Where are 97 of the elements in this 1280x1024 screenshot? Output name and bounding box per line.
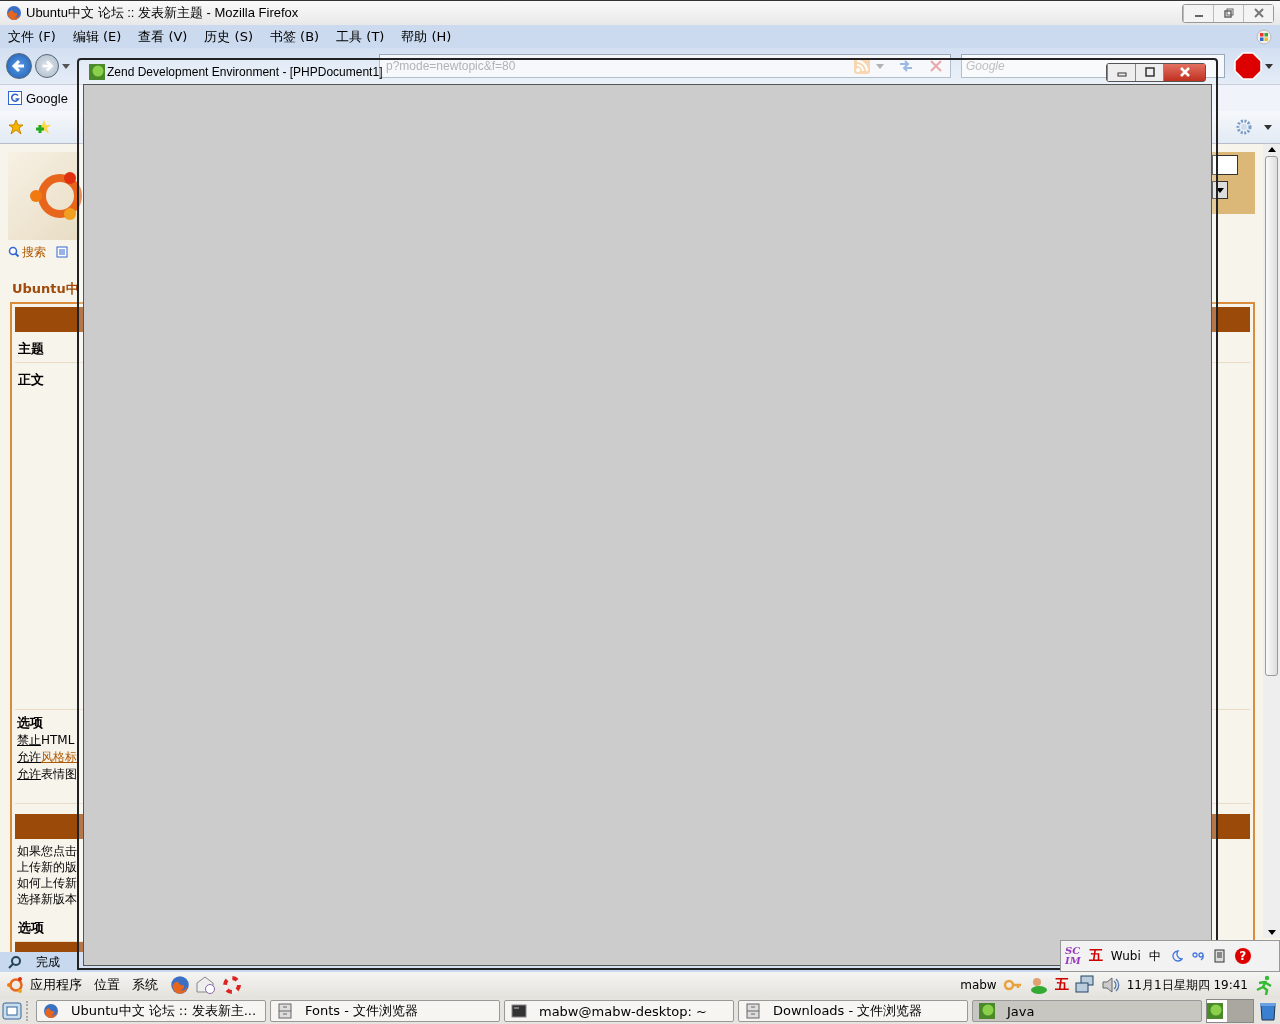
running-man-icon[interactable] bbox=[1254, 975, 1274, 995]
close-icon bbox=[1178, 66, 1191, 78]
user-status-icon[interactable] bbox=[1028, 975, 1049, 995]
toggle-link[interactable]: 允许 bbox=[17, 750, 41, 764]
input-mode-glyph[interactable]: 五 bbox=[1054, 976, 1069, 994]
menu-item[interactable]: 查看 (V) bbox=[138, 27, 188, 46]
stop-sign-icon[interactable] bbox=[1234, 52, 1262, 80]
dropdown[interactable] bbox=[1212, 181, 1228, 199]
minimize-button[interactable] bbox=[1107, 63, 1135, 81]
bookmark-item[interactable]: Google bbox=[8, 90, 68, 106]
maximize-button[interactable] bbox=[1135, 63, 1163, 81]
minimize-button[interactable] bbox=[1183, 4, 1213, 22]
firefox-icon bbox=[43, 1003, 59, 1019]
network-computers-icon[interactable] bbox=[1074, 975, 1095, 995]
workspace-switcher[interactable] bbox=[1206, 999, 1254, 1023]
scroll-up-icon[interactable] bbox=[1267, 147, 1276, 152]
menu-item[interactable]: 历史 (S) bbox=[204, 27, 253, 46]
show-desktop-icon[interactable] bbox=[2, 1001, 22, 1021]
toggle-link[interactable]: 禁止 bbox=[17, 733, 41, 747]
restore-icon bbox=[1222, 7, 1235, 19]
firefox-icon[interactable] bbox=[170, 975, 190, 995]
status-text: 完成 bbox=[36, 953, 60, 971]
help-text: 如何上传新 bbox=[17, 875, 78, 891]
trash-icon[interactable] bbox=[1258, 1001, 1278, 1021]
clock[interactable]: 11月1日星期四 19:41 bbox=[1126, 976, 1248, 994]
panel-menu[interactable]: 系统 bbox=[132, 976, 158, 994]
scrollbar-thumb[interactable] bbox=[1265, 156, 1278, 676]
menu-item[interactable]: 文件 (F) bbox=[8, 27, 56, 46]
file-cabinet-icon bbox=[277, 1003, 293, 1019]
field-label: 正文 bbox=[18, 372, 44, 387]
panel-menu[interactable]: 位置 bbox=[94, 976, 120, 994]
windows-logo-icon bbox=[1256, 28, 1272, 45]
option-text: 表情图 bbox=[41, 767, 77, 781]
panel-menu[interactable]: 应用程序 bbox=[30, 976, 82, 994]
field-label: 选项 bbox=[18, 920, 44, 935]
field-label: 选项 bbox=[17, 715, 43, 730]
close-button[interactable] bbox=[1163, 63, 1205, 81]
restore-button[interactable] bbox=[1213, 4, 1243, 22]
lifebuoy-icon[interactable] bbox=[222, 975, 242, 995]
reload-icon[interactable] bbox=[898, 58, 914, 74]
input-method-name[interactable]: Wubi bbox=[1110, 949, 1141, 963]
help-text: 如果您点击 bbox=[17, 843, 78, 859]
menu-item[interactable]: 书签 (B) bbox=[269, 27, 320, 46]
dropdown-caret-icon[interactable] bbox=[62, 63, 70, 69]
sphere-app-icon bbox=[1207, 1003, 1223, 1019]
search-link[interactable]: 搜索 bbox=[8, 243, 46, 261]
star-icon[interactable] bbox=[8, 119, 24, 135]
search-icon bbox=[8, 246, 20, 258]
forward-button[interactable] bbox=[35, 54, 59, 78]
taskbar-button[interactable]: Java bbox=[972, 1000, 1202, 1022]
option-text: HTML bbox=[41, 733, 75, 747]
menu-item[interactable]: 编辑 (E) bbox=[72, 27, 122, 46]
add-star-icon[interactable] bbox=[36, 119, 52, 135]
back-button[interactable] bbox=[6, 53, 32, 79]
dropdown-caret-icon[interactable] bbox=[1264, 124, 1272, 130]
mail-clock-icon[interactable] bbox=[196, 975, 216, 995]
search-icon bbox=[8, 955, 22, 969]
menu-item[interactable]: 帮助 (H) bbox=[401, 27, 452, 46]
caret-icon bbox=[1216, 187, 1224, 193]
option-link[interactable]: 风格标 bbox=[41, 750, 77, 764]
taskbar-button[interactable]: mabw@mabw-desktop: ~ bbox=[504, 1000, 734, 1022]
file-cabinet-icon bbox=[745, 1003, 761, 1019]
taskbar-button[interactable]: Ubuntu中文 论坛 :: 发表新主... bbox=[36, 1000, 266, 1022]
scroll-down-icon[interactable] bbox=[1267, 930, 1276, 935]
input-method-logo[interactable]: SC IM bbox=[1065, 946, 1081, 966]
scrollbar[interactable] bbox=[1263, 144, 1280, 938]
language-toggle[interactable]: 中 bbox=[1148, 947, 1161, 965]
toggle-link[interactable]: 允许 bbox=[17, 767, 41, 781]
dropdown-caret-icon[interactable] bbox=[1265, 63, 1273, 69]
taskbar-button[interactable]: Downloads - 文件浏览器 bbox=[738, 1000, 968, 1022]
menu-item[interactable]: 工具 (T) bbox=[336, 27, 385, 46]
settings-icon[interactable] bbox=[1236, 119, 1252, 135]
circle-of-friends-icon[interactable] bbox=[6, 976, 24, 994]
input-mode-glyph[interactable]: 五 bbox=[1088, 947, 1103, 965]
maximize-icon bbox=[1143, 66, 1156, 78]
taskbar-button[interactable]: Fonts - 文件浏览器 bbox=[270, 1000, 500, 1022]
stop-icon[interactable] bbox=[928, 58, 944, 74]
firefox-icon bbox=[6, 5, 22, 21]
letter-g-icon bbox=[8, 91, 22, 105]
minimize-icon bbox=[1194, 15, 1203, 17]
window-title: Ubuntu中文 论坛 :: 发表新主题 - Mozilla Firefox bbox=[26, 4, 299, 22]
close-button[interactable] bbox=[1243, 4, 1273, 22]
list-icon[interactable] bbox=[56, 246, 68, 258]
sphere-app-icon bbox=[979, 1003, 995, 1019]
forum-heading: Ubuntu中 bbox=[12, 280, 80, 298]
volume-icon[interactable] bbox=[1100, 975, 1121, 995]
help-text: 选择新版本 bbox=[17, 891, 78, 907]
rss-icon[interactable] bbox=[854, 58, 870, 74]
help-button[interactable]: ? bbox=[1234, 948, 1251, 964]
close-icon bbox=[1252, 7, 1265, 19]
user-name[interactable]: mabw bbox=[960, 978, 997, 992]
terminal-icon bbox=[511, 1003, 527, 1019]
sphere-app-icon bbox=[89, 64, 105, 80]
help-text: 上传新的版 bbox=[17, 859, 78, 875]
document-icon[interactable] bbox=[1212, 949, 1227, 963]
field-label: 主题 bbox=[18, 341, 44, 356]
punctuation-icon[interactable] bbox=[1190, 949, 1205, 963]
